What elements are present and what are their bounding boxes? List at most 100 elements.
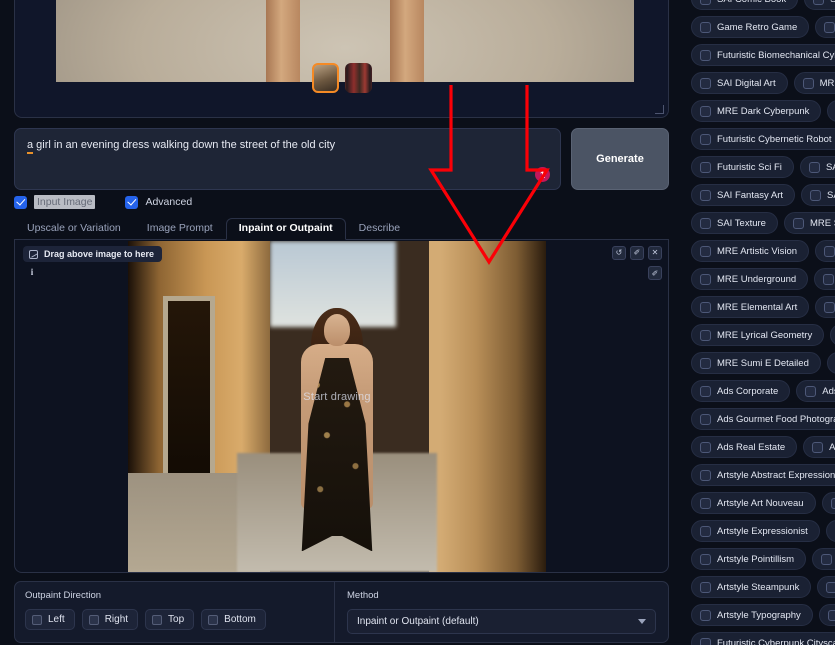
style-checkbox[interactable] [802,77,814,89]
tab-describe[interactable]: Describe [346,218,413,239]
style-pill[interactable]: MRE Dark Cyberpunk [691,100,822,122]
style-checkbox[interactable] [700,21,711,33]
style-checkbox[interactable] [792,217,804,229]
undo-icon[interactable]: ↺ [612,246,626,260]
style-checkbox[interactable] [810,189,821,201]
style-pill[interactable]: Artstyle Surr [817,576,835,598]
style-pill[interactable]: MRE Cinematic Dynamic [793,72,835,94]
style-checkbox[interactable] [700,273,711,285]
style-checkbox[interactable] [700,497,711,509]
style-pill[interactable]: Futuristic Sci Fi [691,156,794,178]
style-checkbox[interactable] [830,497,835,509]
style-pill[interactable]: Game Retro Game [691,16,810,38]
style-pill[interactable]: MRE Surreal Painting [814,268,835,290]
style-checkbox[interactable] [700,217,711,229]
style-pill[interactable]: Artstyle Pointillism [691,548,807,570]
thumbnail-2[interactable] [344,63,372,93]
tab-image-prompt[interactable]: Image Prompt [134,218,226,239]
style-pill[interactable]: Ads Real Estate [691,436,798,458]
style-pill[interactable]: MRE Bad Dream [815,296,835,318]
advanced-checkbox-item[interactable]: Advanced [125,195,192,209]
outpaint-bottom-button[interactable]: Bottom [201,609,266,630]
style-checkbox[interactable] [700,413,711,425]
style-pill[interactable]: Ads Food Photography [796,380,835,402]
style-pill[interactable]: Ads Corporate [691,380,791,402]
inpaint-canvas[interactable]: Start drawing [128,241,546,572]
tab-upscale-or-variation[interactable]: Upscale or Variation [14,218,134,239]
style-pill[interactable]: Artstyle Expressionist [691,520,820,542]
style-pill[interactable]: MRE Dynamic [830,324,835,346]
tab-inpaint-or-outpaint[interactable]: Inpaint or Outpaint [225,218,346,240]
advanced-checkbox[interactable] [125,195,139,209]
drag-image-hint[interactable]: Drag above image to here [23,246,163,262]
outpaint-right-button[interactable]: Right [81,609,139,630]
prompt-input[interactable]: a girl in an evening dress walking down … [14,128,561,190]
thumbnail-1[interactable] [311,63,339,93]
style-checkbox[interactable] [700,49,711,61]
outpaint-left-button[interactable]: Left [25,609,75,630]
style-pill[interactable]: Artstyle Psy [812,548,835,570]
style-pill[interactable]: SAI Comic Book [691,0,799,10]
style-checkbox[interactable] [700,441,711,453]
style-checkbox[interactable] [700,105,711,117]
style-checkbox[interactable] [700,301,711,313]
generate-button[interactable]: Generate [571,128,669,190]
outpaint-top-checkbox[interactable] [152,614,163,625]
style-pill[interactable]: SAI Fantasy Art [691,184,795,206]
style-checkbox[interactable] [700,525,711,537]
style-pill[interactable]: Futuristic Cyberpunk Cityscape [691,632,835,645]
style-checkbox[interactable] [824,21,835,33]
style-checkbox[interactable] [824,301,835,313]
style-checkbox[interactable] [826,581,835,593]
style-pill[interactable]: Artstyle Steampunk [691,576,812,598]
brush-icon[interactable]: ✐ [648,266,662,280]
outpaint-right-checkbox[interactable] [88,614,99,625]
style-pill[interactable]: Artstyle [825,520,835,542]
outpaint-left-checkbox[interactable] [32,614,42,625]
style-checkbox[interactable] [700,189,711,201]
style-checkbox[interactable] [700,77,711,89]
style-checkbox[interactable] [700,553,711,565]
style-pill[interactable]: MRE Spontaneous Picture [783,212,835,234]
style-checkbox[interactable] [700,329,711,341]
style-pill[interactable]: SAI Line Art [801,184,835,206]
style-pill[interactable]: SAI Anime [799,156,835,178]
style-pill[interactable]: SAI Texture [691,212,778,234]
style-pill[interactable]: SAI Isometric [804,0,835,10]
style-pill[interactable]: MRE Pure [826,352,835,374]
style-checkbox[interactable] [700,609,711,621]
outpaint-top-button[interactable]: Top [145,609,195,630]
style-checkbox[interactable] [812,441,824,453]
style-checkbox[interactable] [827,609,835,621]
style-pill[interactable]: MRE Underground [691,268,809,290]
style-pill[interactable]: MRE Elemental Art [691,296,810,318]
style-checkbox[interactable] [808,161,820,173]
style-checkbox[interactable] [700,469,711,481]
style-checkbox[interactable] [700,133,711,145]
style-checkbox[interactable] [821,553,833,565]
style-pill[interactable]: Ads Advertising [827,100,835,122]
style-checkbox[interactable] [824,245,835,257]
style-checkbox[interactable] [700,637,711,645]
style-pill[interactable]: Ads Gourmet Food Photography [691,408,835,430]
style-checkbox[interactable] [823,273,835,285]
method-dropdown[interactable]: Inpaint or Outpaint (default) [347,609,656,634]
style-checkbox[interactable] [700,385,711,397]
style-selector-panel[interactable]: SAI Comic Book SAI Isometric Game Retro Ga… [683,0,835,645]
style-pill[interactable]: Artstyle Deco [821,492,835,514]
style-pill[interactable]: Futuristic [818,604,835,626]
style-checkbox[interactable] [700,0,711,5]
info-icon[interactable]: i [26,266,38,278]
eraser-icon[interactable]: ✐ [630,246,644,260]
close-icon[interactable]: ✕ [648,246,662,260]
style-checkbox[interactable] [700,245,711,257]
input-image-checkbox-item[interactable]: Input Image [14,195,96,209]
style-checkbox[interactable] [700,161,711,173]
style-pill[interactable]: MRE Artistic Vision [691,240,810,262]
input-image-checkbox[interactable] [14,195,27,209]
style-pill[interactable]: MRE Lyrical Geometry [691,324,825,346]
style-checkbox[interactable] [700,581,711,593]
style-pill[interactable]: Ads Retail [803,436,835,458]
style-checkbox[interactable] [700,357,711,369]
style-pill[interactable]: Futuristic Cybernetic Robot [691,128,835,150]
